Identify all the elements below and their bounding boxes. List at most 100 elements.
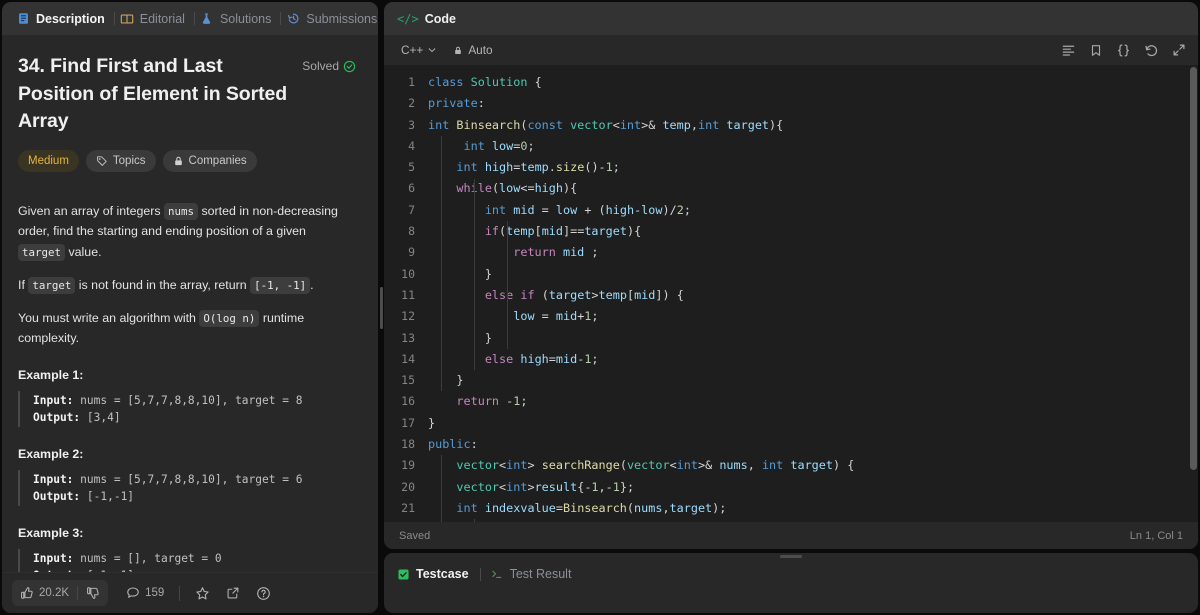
- test-result-label: Test Result: [509, 567, 572, 581]
- footer-divider: [179, 585, 181, 601]
- example-output-line: Output: [3,4]: [33, 409, 356, 426]
- companies-button[interactable]: Companies: [162, 150, 257, 173]
- braces-icon[interactable]: [1116, 43, 1131, 58]
- example-heading: Example 3:: [18, 526, 84, 541]
- line-number-gutter: 1234567891011121314151617181920212223242…: [384, 65, 428, 522]
- comments-button[interactable]: 159: [118, 580, 172, 606]
- history-icon: [286, 12, 300, 26]
- line-number: 16: [401, 394, 415, 409]
- code-line: int low=0;: [463, 138, 535, 153]
- chevron-down-icon: [429, 48, 436, 53]
- code-line: if(indexvalue!=-1){: [428, 519, 1198, 522]
- indent-guide: [441, 135, 442, 392]
- testcase-resize-handle[interactable]: [780, 555, 802, 558]
- difficulty-badge[interactable]: Medium: [18, 150, 79, 173]
- code-line: if(temp[mid]==target){: [484, 224, 642, 239]
- tab-editorial[interactable]: Editorial: [115, 2, 194, 35]
- code-line: int Binsearch(const vector<int>& temp,in…: [428, 117, 784, 132]
- line-number: 8: [408, 224, 415, 239]
- problem-description: Given an array of integers nums sorted i…: [18, 201, 356, 348]
- code-toolbar: C++ Auto: [384, 35, 1198, 65]
- example-block: Input: nums = [5,7,7,8,8,10], target = 6…: [18, 470, 356, 507]
- problem-footer-toolbar: 20.2K 159: [2, 572, 378, 613]
- input-value: nums = [], target = 0: [73, 552, 222, 566]
- favorite-button[interactable]: [187, 580, 218, 606]
- scrollbar-thumb[interactable]: [1190, 67, 1197, 470]
- tab-description[interactable]: Description: [11, 2, 114, 35]
- tab-submissions-label: Submissions: [306, 11, 378, 26]
- expand-icon[interactable]: [1172, 43, 1186, 57]
- lock-icon: [455, 46, 462, 54]
- tab-test-result[interactable]: Test Result: [490, 567, 581, 581]
- comment-icon: [127, 587, 139, 598]
- line-number: 17: [401, 415, 415, 430]
- code-line: }: [484, 330, 492, 345]
- share-icon: [227, 587, 239, 599]
- code-line: vector<int> searchRange(vector<int>& num…: [456, 458, 855, 473]
- topics-label: Topics: [112, 155, 146, 168]
- indent-guide: [507, 221, 508, 285]
- code-line: int mid = low + (high-low)/2;: [484, 202, 691, 217]
- testcase-panel: Testcase Test Result: [384, 553, 1198, 613]
- language-selector[interactable]: C++: [396, 41, 442, 59]
- flask-icon: [200, 12, 214, 26]
- auto-sync-toggle[interactable]: Auto: [453, 43, 493, 57]
- bookmark-icon[interactable]: [1089, 43, 1103, 58]
- code-panel-header: </> Code: [384, 2, 1198, 35]
- code-panel-title: Code: [424, 11, 456, 26]
- description-icon: [16, 12, 30, 26]
- downvote-button[interactable]: [78, 580, 108, 606]
- share-button[interactable]: [218, 580, 248, 606]
- example-input-line: Input: nums = [5,7,7,8,8,10], target = 8: [33, 392, 356, 409]
- tab-solutions[interactable]: Solutions: [195, 2, 280, 35]
- tab-solutions-label: Solutions: [219, 11, 272, 26]
- line-number: 3: [408, 117, 415, 132]
- code-line: }: [428, 415, 436, 430]
- line-number: 21: [401, 500, 415, 515]
- code-line: else high=mid-1;: [484, 351, 599, 366]
- topics-button[interactable]: Topics: [85, 150, 156, 173]
- tab-submissions[interactable]: Submissions: [281, 2, 378, 35]
- line-number: 6: [408, 181, 415, 196]
- example-output-line: Output: [-1,-1]: [33, 488, 356, 505]
- status-badge: Solved: [302, 59, 356, 73]
- code-line: }: [484, 266, 492, 281]
- terminal-icon: [491, 570, 501, 578]
- line-number: 19: [401, 458, 415, 473]
- star-icon: [196, 586, 209, 599]
- editor-scrollbar[interactable]: [1189, 65, 1198, 522]
- cursor-position: Ln 1, Col 1: [1129, 529, 1183, 542]
- lock-icon: [174, 156, 182, 166]
- upvote-button[interactable]: 20.2K: [12, 580, 77, 606]
- indent-guide: [474, 178, 475, 371]
- line-number: 22: [384, 519, 415, 522]
- save-status: Saved: [399, 529, 431, 542]
- indent-guide: [507, 285, 508, 349]
- description-paragraph-3: You must write an algorithm with O(log n…: [18, 308, 356, 348]
- problem-meta-pills: Medium Topics Companies: [18, 150, 356, 173]
- example-1: Example 1: Input: nums = [5,7,7,8,8,10],…: [18, 368, 356, 428]
- code-line: return mid ;: [513, 245, 599, 260]
- desc-text: .: [310, 277, 314, 292]
- code-line: else if (target>temp[mid]) {: [484, 287, 684, 302]
- code-line: low = mid+1;: [513, 309, 599, 324]
- code-editor[interactable]: 1234567891011121314151617181920212223242…: [384, 65, 1198, 522]
- problem-tab-bar: Description Editorial Solutions Submissi…: [2, 2, 378, 35]
- splitter-handle[interactable]: [379, 286, 383, 329]
- testcase-tab-divider: [479, 567, 481, 581]
- help-button[interactable]: [248, 580, 279, 606]
- problem-content: 34. Find First and Last Position of Elem…: [2, 35, 378, 572]
- check-circle-icon: [343, 60, 356, 73]
- line-number: 4: [408, 138, 415, 153]
- reset-icon[interactable]: [1144, 43, 1159, 58]
- example-block: Input: nums = [5,7,7,8,8,10], target = 8…: [18, 391, 356, 428]
- description-paragraph-1: Given an array of integers nums sorted i…: [18, 201, 356, 262]
- tab-testcase[interactable]: Testcase: [397, 567, 478, 581]
- example-block: Input: nums = [], target = 0 Output: [-1…: [18, 549, 356, 572]
- code-text-area[interactable]: class Solution {private: int Binsearch(co…: [428, 65, 1198, 522]
- thumbs-down-icon: [87, 587, 99, 599]
- format-list-icon[interactable]: [1061, 43, 1076, 58]
- thumbs-up-icon: [21, 587, 33, 599]
- code-line: int high=temp.size()-1;: [456, 160, 620, 175]
- line-number: 20: [401, 479, 415, 494]
